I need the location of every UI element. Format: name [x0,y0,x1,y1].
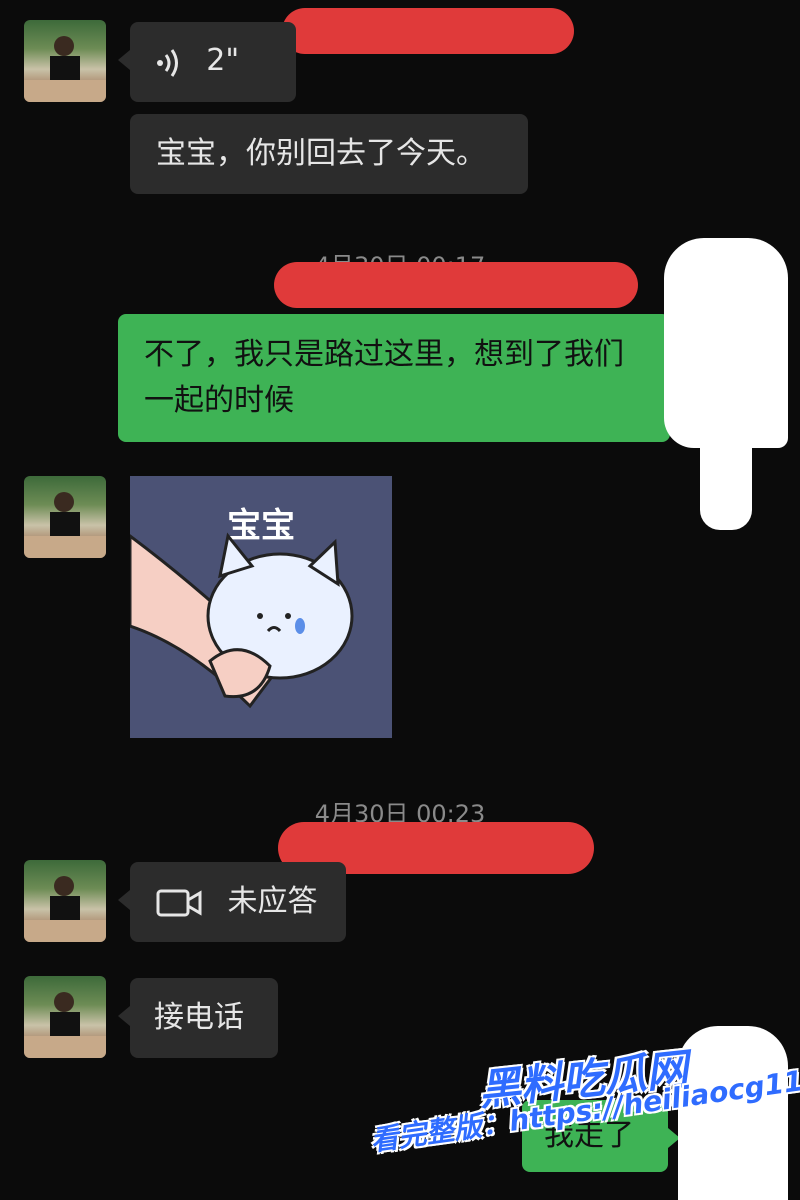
text-message-bubble[interactable]: 宝宝，你别回去了今天。 [130,114,528,194]
call-status: 未应答 [227,884,318,919]
text-message-bubble[interactable]: 接电话 [118,978,278,1058]
voice-duration: 2" [206,43,240,78]
video-call-icon [156,884,212,919]
video-call-bubble[interactable]: 未应答 [118,862,346,942]
sticker-image[interactable]: 宝宝 [130,476,392,738]
redaction-mark [700,420,752,530]
avatar[interactable] [24,860,106,942]
outgoing-message-bubble[interactable]: 不了，我只是路过这里，想到了我们一起的时候 [118,314,682,442]
crying-cat-icon [130,532,354,709]
redaction-mark [664,238,788,448]
message-text: 不了，我只是路过这里，想到了我们一起的时候 [144,337,624,418]
avatar[interactable] [24,476,106,558]
avatar[interactable] [24,976,106,1058]
voice-icon [156,47,192,77]
message-text: 接电话 [154,1000,244,1035]
redaction-mark [282,8,574,54]
voice-message-bubble[interactable]: 2" [118,22,296,102]
avatar[interactable] [24,20,106,102]
message-text: 宝宝，你别回去了今天。 [156,136,486,171]
redaction-mark [274,262,638,308]
